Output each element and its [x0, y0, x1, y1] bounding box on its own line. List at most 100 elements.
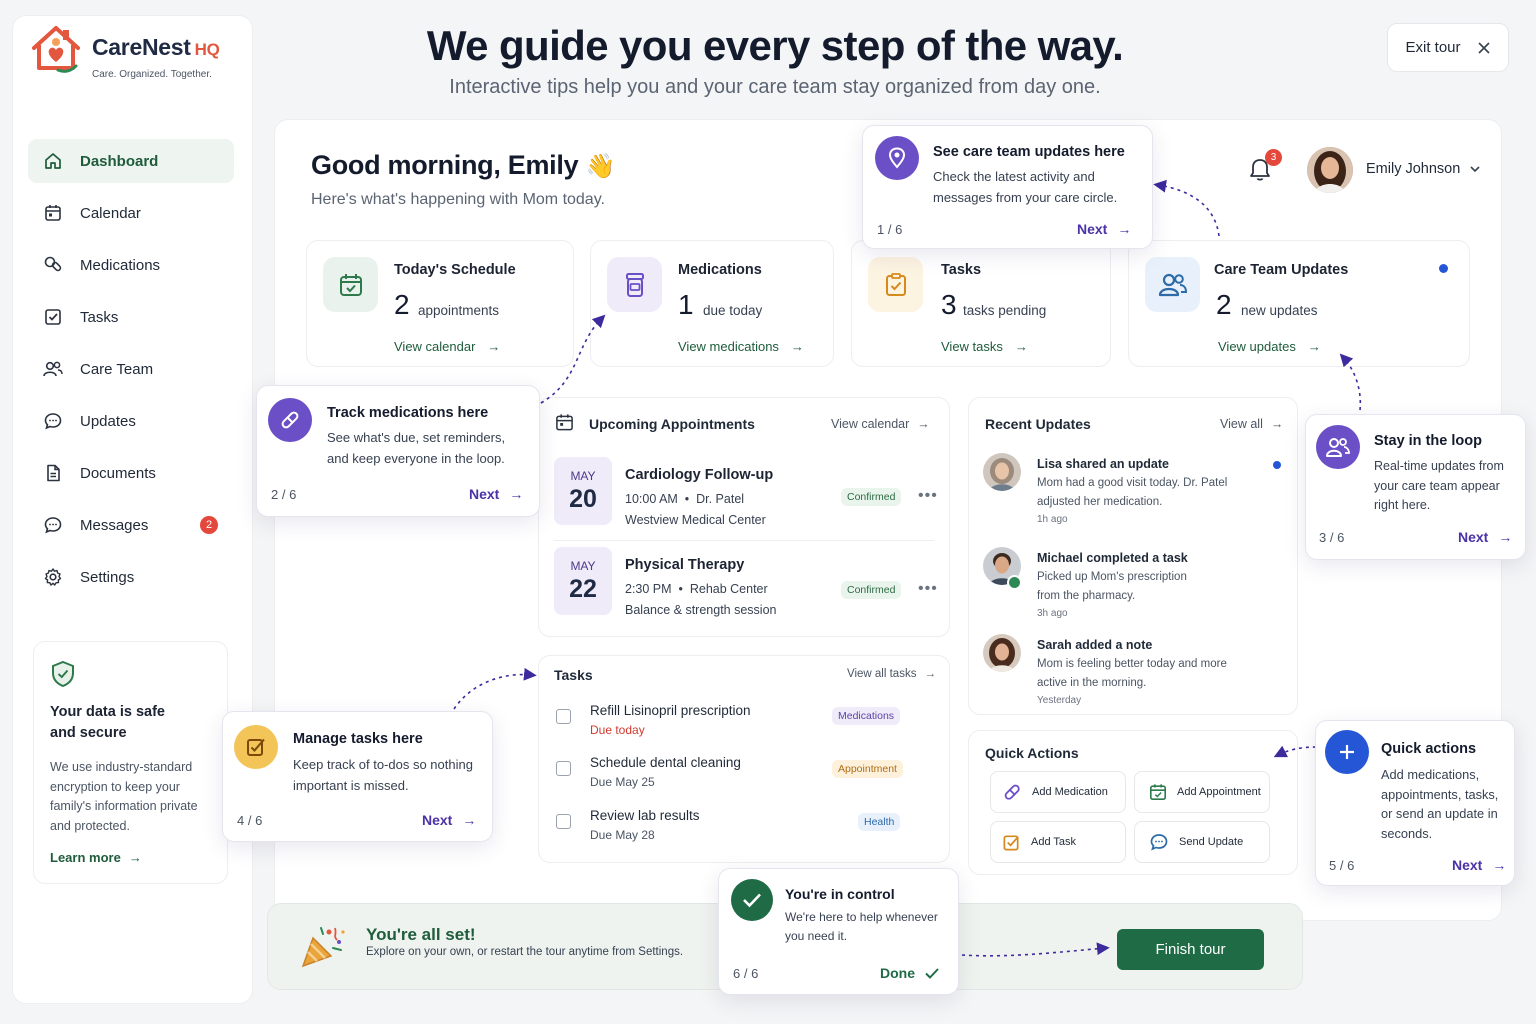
calendar-icon — [1149, 783, 1167, 801]
sidebar-item-dashboard[interactable]: Dashboard — [28, 139, 234, 183]
learn-more-link[interactable]: Learn more → — [50, 850, 211, 865]
stat-unit: appointments — [418, 303, 500, 318]
update-title: Lisa shared an update — [1037, 457, 1169, 471]
sidebar-item-calendar[interactable]: Calendar — [28, 191, 234, 235]
appointments-view-calendar-link[interactable]: View calendar → — [831, 417, 930, 431]
tip-next-button[interactable]: Next → — [422, 812, 476, 828]
clipboard-check-icon — [868, 257, 923, 312]
appointment-time: 10:00 AM • Dr. Patel — [625, 492, 745, 506]
tip-step: 1 / 6 — [877, 222, 903, 237]
sidebar-item-label: Medications — [80, 256, 161, 274]
tip-title: Manage tasks here — [293, 731, 423, 747]
tip-next-button[interactable]: Next → — [1452, 857, 1506, 873]
arrow-right-icon: → — [1270, 417, 1284, 431]
tip-next-button[interactable]: Next → — [1077, 221, 1131, 237]
arrow-right-icon: → — [1117, 221, 1132, 237]
stat-count: 2 — [394, 289, 410, 320]
sidebar-item-label: Messages — [80, 516, 149, 534]
sidebar-item-settings[interactable]: Settings — [28, 555, 234, 599]
more-icon[interactable]: ••• — [918, 487, 938, 505]
arrow-right-icon: → — [1498, 529, 1513, 545]
task-due: Due May 25 — [590, 775, 655, 789]
tip-title: You're in control — [785, 886, 895, 902]
tip-next-button[interactable]: Next → — [1458, 529, 1512, 545]
banner-body: Explore on your own, or restart the tour… — [366, 946, 684, 958]
security-card: Your data is safe and secure We use indu… — [33, 641, 228, 884]
view-all-tasks-link[interactable]: View all tasks → — [847, 668, 936, 680]
add-task-button[interactable]: Add Task — [990, 821, 1126, 863]
view-all-updates-link[interactable]: View all → — [1220, 417, 1283, 431]
task-checkbox[interactable] — [556, 709, 571, 724]
checkbox-icon — [42, 306, 64, 328]
page-headline: We guide you every step of the way. — [426, 22, 1124, 69]
view-updates-link[interactable]: View updates → — [1218, 339, 1321, 354]
task-tag: Appointment — [832, 760, 903, 778]
check-circle-icon — [1007, 575, 1022, 590]
greeting-subtitle: Here's what's happening with Mom today. — [311, 191, 605, 208]
stat-card-schedule[interactable]: Today's Schedule 2 appointments View cal… — [306, 240, 574, 367]
appointment-title: Physical Therapy — [625, 557, 745, 573]
stat-card-care-team-updates[interactable]: Care Team Updates 2 new updates View upd… — [1128, 240, 1470, 367]
tour-tip-in-control: You're in control We're here to help whe… — [718, 868, 959, 995]
task-title: Refill Lisinopril prescription — [590, 703, 751, 718]
sidebar-item-tasks[interactable]: Tasks — [28, 295, 234, 339]
tip-done-button[interactable]: Done — [880, 965, 939, 981]
appointment-item[interactable]: MAY 20 Cardiology Follow-up 10:00 AM • Dr… — [554, 457, 937, 527]
sidebar-item-label: Settings — [80, 568, 135, 586]
task-checkbox[interactable] — [556, 761, 571, 776]
divider — [554, 540, 934, 541]
stat-title: Medications — [678, 262, 762, 278]
appointments-title: Upcoming Appointments — [589, 416, 755, 432]
tip-title: See care team updates here — [933, 144, 1125, 160]
sidebar-nav: Dashboard Calendar Medications Tasks Car… — [28, 139, 234, 607]
task-due: Due May 28 — [590, 828, 655, 842]
check-circle-icon — [731, 879, 773, 921]
update-body: Mom is feeling better today and more act… — [1037, 658, 1227, 689]
tip-step: 2 / 6 — [271, 487, 297, 502]
tour-tip-stay-in-loop: Stay in the loop Real-time updates from … — [1305, 414, 1526, 560]
appointment-title: Cardiology Follow-up — [625, 467, 774, 483]
location-pin-icon — [875, 136, 919, 180]
update-time: 3h ago — [1037, 608, 1068, 619]
sidebar-item-updates[interactable]: Updates — [28, 399, 234, 443]
view-medications-link[interactable]: View medications → — [678, 339, 804, 354]
finish-tour-button[interactable]: Finish tour — [1117, 929, 1264, 970]
users-icon — [42, 358, 64, 380]
add-appointment-button[interactable]: Add Appointment — [1134, 771, 1270, 813]
stat-card-medications[interactable]: Medications 1 due today View medications… — [590, 240, 834, 367]
avatar[interactable] — [1307, 147, 1353, 193]
stat-title: Care Team Updates — [1214, 262, 1349, 278]
task-tag: Medications — [832, 707, 901, 725]
task-checkbox[interactable] — [556, 814, 571, 829]
view-tasks-link[interactable]: View tasks → — [941, 339, 1028, 354]
appointment-item[interactable]: MAY 22 Physical Therapy 2:30 PM • Rehab C… — [554, 547, 937, 617]
arrow-right-icon: → — [1492, 857, 1507, 873]
tip-body: See what's due, set reminders, and keep … — [327, 430, 506, 466]
stat-card-tasks[interactable]: Tasks 3 tasks pending View tasks → — [851, 240, 1111, 367]
send-update-button[interactable]: Send Update — [1134, 821, 1270, 863]
sidebar-item-documents[interactable]: Documents — [28, 451, 234, 495]
brand-logo[interactable]: CareNest HQ Care. Organized. Together. — [28, 22, 220, 80]
chevron-down-icon — [1470, 165, 1480, 173]
user-menu[interactable]: Emily Johnson — [1366, 161, 1480, 177]
sidebar-item-messages[interactable]: Messages 2 — [28, 503, 234, 547]
more-icon[interactable]: ••• — [918, 580, 938, 598]
exit-tour-button[interactable]: Exit tour — [1387, 23, 1509, 72]
security-title: Your data is safe and secure — [50, 704, 165, 741]
tip-next-button[interactable]: Next → — [469, 486, 523, 502]
add-medication-button[interactable]: Add Medication — [990, 771, 1126, 813]
calendar-icon — [42, 202, 64, 224]
view-calendar-link[interactable]: View calendar → — [394, 339, 500, 354]
stat-unit: due today — [703, 303, 763, 318]
notification-badge: 3 — [1265, 149, 1282, 166]
appointment-location: Westview Medical Center — [625, 513, 766, 527]
task-tag: Health — [858, 813, 901, 831]
tip-title: Quick actions — [1381, 741, 1477, 757]
exit-tour-label: Exit tour — [1405, 39, 1461, 56]
task-title: Schedule dental cleaning — [590, 755, 741, 770]
sidebar-item-medications[interactable]: Medications — [28, 243, 234, 287]
appointment-location: Balance & strength session — [625, 603, 777, 617]
tip-step: 6 / 6 — [733, 966, 759, 981]
task-due: Due today — [590, 723, 645, 737]
sidebar-item-care-team[interactable]: Care Team — [28, 347, 234, 391]
